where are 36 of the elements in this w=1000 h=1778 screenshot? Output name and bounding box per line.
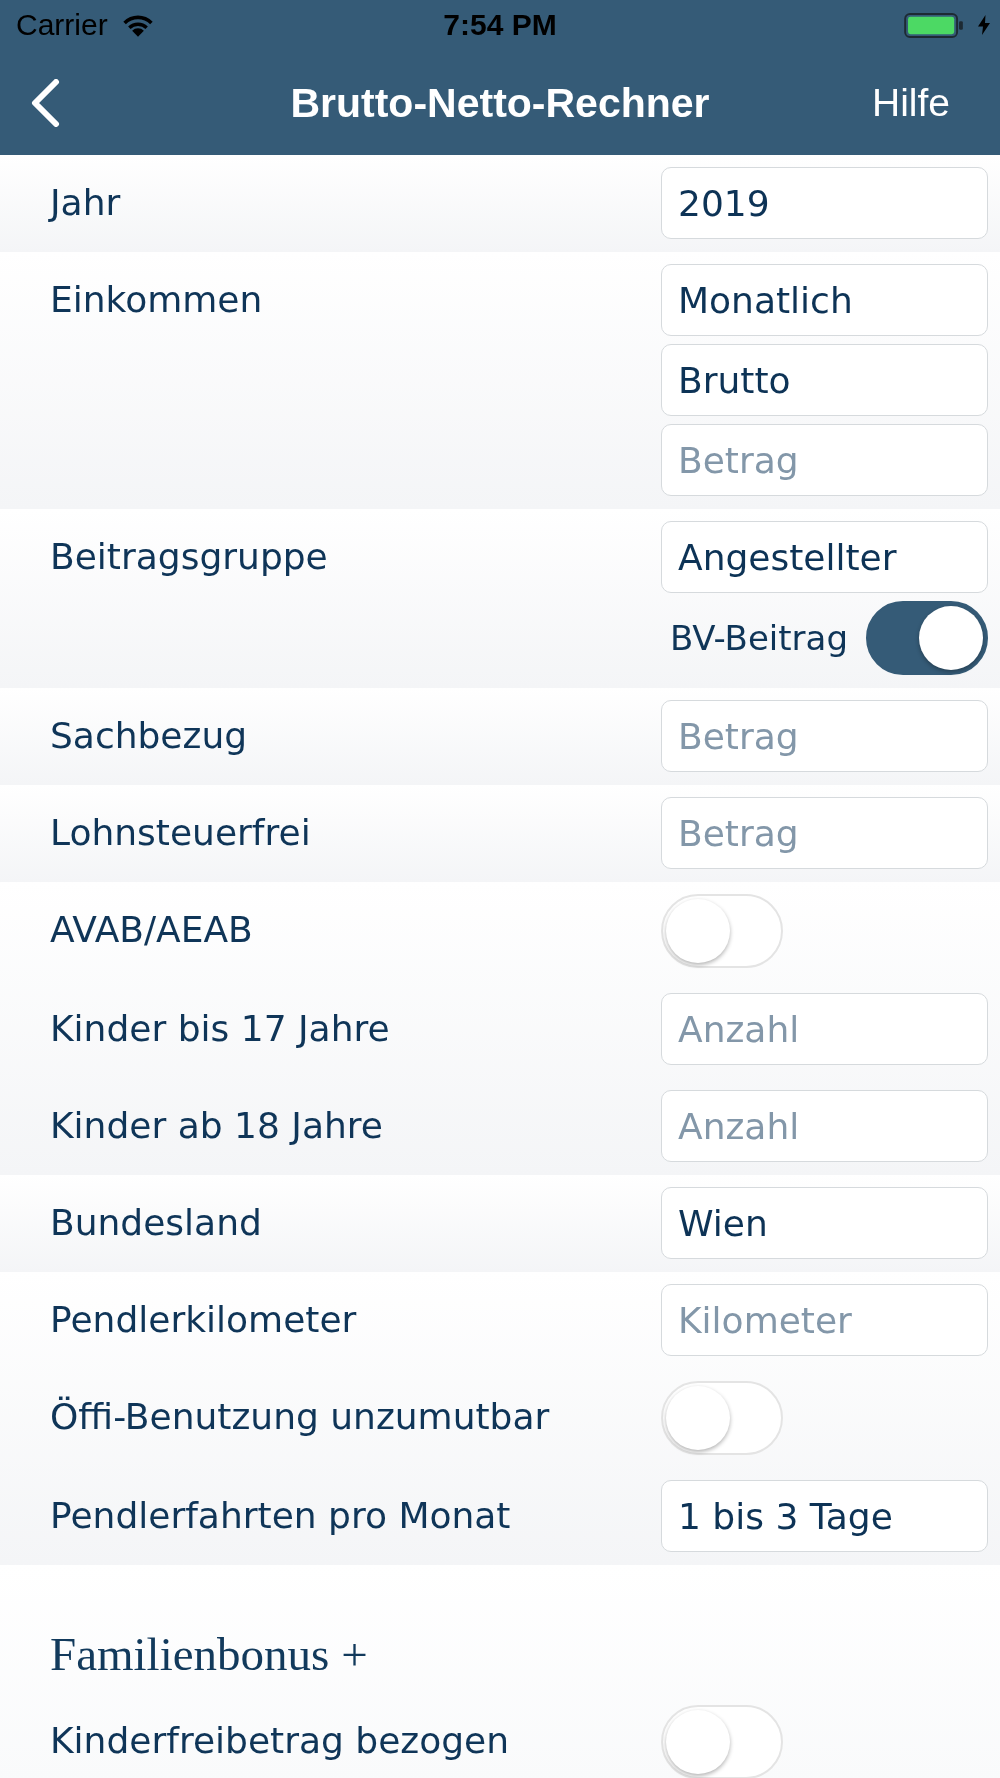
input-field[interactable]: Wien [661,1187,988,1259]
field-label: AVAB/AEAB [50,908,253,952]
input-field[interactable]: Betrag [661,700,988,772]
carrier-label: Carrier [16,8,108,42]
input-field[interactable]: Kilometer [661,1284,988,1356]
input-field[interactable]: Anzahl [661,993,988,1065]
section-heading: Familienbonus + [50,1627,368,1681]
field-label: Einkommen [50,278,263,322]
status-time: 7:54 PM [443,8,557,42]
charging-bolt-icon [978,15,990,35]
wifi-icon [121,13,154,37]
input-field[interactable]: Betrag [661,424,988,496]
switch-label: BV-Beitrag [669,618,848,658]
field-label: Sachbezug [50,714,248,758]
field-label: Beitragsgruppe [50,535,328,579]
field-label: Öffi-Benutzung unzumutbar [50,1395,550,1439]
input-field[interactable]: Brutto [661,344,988,416]
help-button[interactable]: Hilfe [871,79,950,126]
field-label: Lohnsteuerfrei [50,811,311,855]
input-field[interactable]: Anzahl [661,1090,988,1162]
input-field[interactable]: 1 bis 3 Tage [661,1480,988,1552]
field-label: Kinder ab 18 Jahre [50,1104,383,1148]
chevron-left-icon [30,78,60,127]
field-label: Jahr [50,181,121,225]
input-field[interactable]: Monatlich [661,264,988,336]
field-label: Bundesland [50,1201,262,1245]
input-field[interactable]: 2019 [661,167,988,239]
field-label: Kinder bis 17 Jahre [50,1007,390,1051]
input-field[interactable]: Angestellter [661,521,988,593]
input-field[interactable]: Betrag [661,797,988,869]
battery-icon [904,12,964,38]
back-button[interactable] [30,78,60,127]
screen-title: Brutto-Netto-Rechner [290,78,710,127]
field-label: Kinderfreibetrag bezogen [50,1719,510,1763]
field-label: Pendlerkilometer [50,1298,357,1342]
field-label: Pendlerfahrten pro Monat [50,1494,511,1538]
